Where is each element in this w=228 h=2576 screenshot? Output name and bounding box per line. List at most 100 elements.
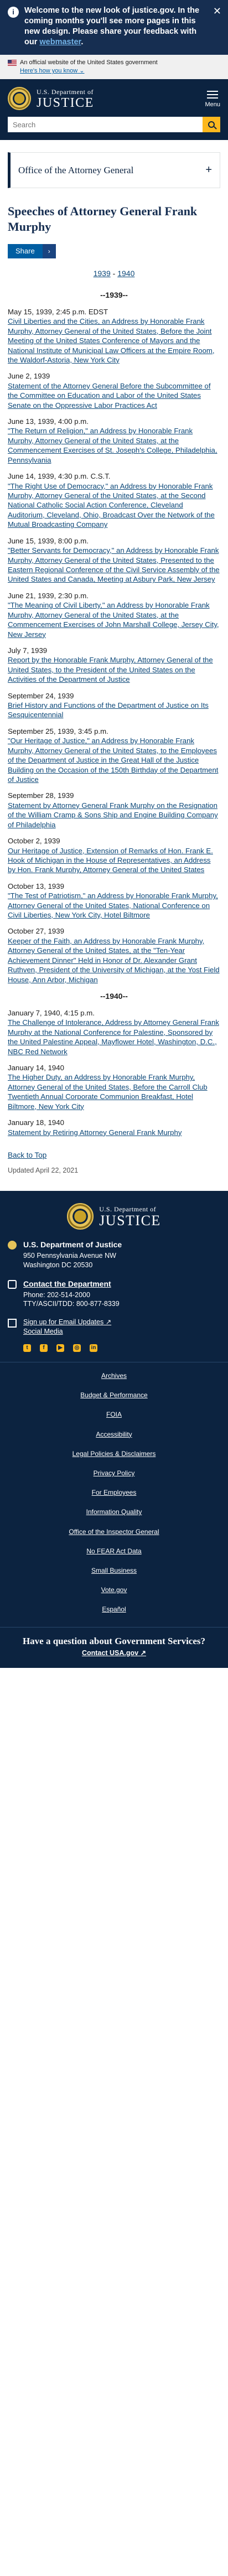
speech-link[interactable]: "The Right Use of Democracy," an Address… [8, 481, 220, 530]
back-to-top-link[interactable]: Back to Top [8, 1150, 46, 1160]
speech-item: September 25, 1939, 3:45 p.m. "Our Herita… [8, 727, 220, 785]
speech-item: September 24, 1939 Brief History and Func… [8, 691, 220, 720]
footer-link[interactable]: Español [0, 1605, 228, 1614]
year-header: --1939-- [100, 290, 128, 299]
email-signup-label: Sign up for Email Updates [23, 1318, 104, 1326]
seal-icon [8, 1241, 17, 1250]
footer-link[interactable]: Accessibility [0, 1430, 228, 1439]
question-section: Have a question about Government Service… [0, 1626, 228, 1668]
speech-date: June 15, 1939, 8:00 p.m. [8, 536, 89, 545]
speech-list: January 7, 1940, 4:15 p.m. The Challenge … [8, 1008, 220, 1137]
footer-link[interactable]: For Employees [0, 1488, 228, 1497]
footer-link[interactable]: Budget & Performance [0, 1391, 228, 1400]
footer-link[interactable]: Archives [0, 1371, 228, 1380]
search-button[interactable] [203, 117, 220, 133]
speech-list: May 15, 1939, 2:45 p.m. EDST Civil Libert… [8, 307, 220, 984]
speech-date: June 14, 1939, 4:30 p.m. C.S.T. [8, 472, 111, 481]
contact-usa-label: Contact USA.gov [81, 1649, 139, 1657]
speech-item: June 2, 1939 Statement of the Attorney Ge… [8, 371, 220, 410]
address-line-1: 950 Pennsylvania Avenue NW [23, 1251, 116, 1260]
speech-link[interactable]: "The Test of Patriotism," an Address by … [8, 891, 220, 920]
speech-date: January 18, 1940 [8, 1118, 64, 1127]
webmaster-link[interactable]: webmaster [39, 38, 81, 46]
year-header: --1940-- [100, 992, 128, 1001]
footer-email: Sign up for Email Updates ↗ Social Media [8, 1318, 220, 1336]
brand-big-text: JUSTICE [99, 1212, 161, 1229]
social-icons: t f ▶ ◎ in [0, 1344, 228, 1352]
footer-link[interactable]: Small Business [0, 1566, 228, 1575]
doj-seal-icon [67, 1203, 94, 1230]
speech-date: October 2, 1939 [8, 837, 60, 846]
us-flag-icon [8, 59, 17, 66]
social-media-link[interactable]: Social Media [23, 1328, 63, 1335]
footer-link[interactable]: Information Quality [0, 1507, 228, 1516]
footer-link[interactable]: Privacy Policy [0, 1469, 228, 1478]
speech-link[interactable]: "Our Heritage of Justice," an Address by… [8, 736, 220, 784]
phone-number: Phone: 202-514-2000 [23, 1290, 90, 1299]
speech-link[interactable]: "Better Servants for Democracy," an Addr… [8, 546, 220, 584]
speech-date: June 21, 1939, 2:30 p.m. [8, 591, 89, 600]
address-line-2: Washington DC 20530 [23, 1261, 93, 1269]
menu-label: Menu [205, 101, 220, 108]
speech-link[interactable]: Statement by Retiring Attorney General F… [8, 1128, 220, 1137]
youtube-icon[interactable]: ▶ [56, 1344, 64, 1352]
footer-link[interactable]: Vote.gov [0, 1585, 228, 1594]
question-title: Have a question about Government Service… [22, 1635, 206, 1646]
speech-item: October 2, 1939 Our Heritage of Justice, … [8, 836, 220, 875]
speech-link[interactable]: Civil Liberties and the Cities, an Addre… [8, 317, 220, 365]
speech-link[interactable]: Statement of the Attorney General Before… [8, 381, 220, 410]
footer-link[interactable]: Office of the Inspector General [0, 1527, 228, 1536]
hamburger-icon [207, 90, 219, 99]
section-1939: --1939-- May 15, 1939, 2:45 p.m. EDST Civ… [8, 290, 220, 984]
main-content: Speeches of Attorney General Frank Murph… [0, 188, 228, 1191]
doj-logo[interactable]: U.S. Department of JUSTICE [8, 87, 94, 111]
heres-how-link[interactable]: Here's how you know ⌄ [20, 67, 220, 75]
footer-link[interactable]: No FEAR Act Data [0, 1547, 228, 1556]
menu-button[interactable]: Menu [205, 89, 220, 109]
instagram-icon[interactable]: ◎ [73, 1344, 81, 1352]
speech-date: May 15, 1939, 2:45 p.m. EDST [8, 307, 108, 316]
footer: U.S. Department of JUSTICE U.S. Departme… [0, 1191, 228, 1362]
footer-logo[interactable]: U.S. Department of JUSTICE [0, 1203, 228, 1230]
speech-link[interactable]: "The Meaning of Civil Liberty," an Addre… [8, 600, 220, 639]
footer-link[interactable]: Legal Policies & Disclaimers [0, 1449, 228, 1458]
close-icon[interactable]: ✕ [213, 4, 221, 18]
speech-link[interactable]: The Higher Duty, an Address by Honorable… [8, 1072, 220, 1111]
twitter-icon[interactable]: t [23, 1344, 31, 1352]
page-title: Speeches of Attorney General Frank Murph… [8, 204, 198, 234]
year-separator: - [110, 269, 118, 278]
search-input[interactable] [8, 117, 203, 133]
search-icon [208, 121, 215, 128]
contact-usa-link[interactable]: Contact USA.gov ↗ [82, 1649, 146, 1657]
speech-date: June 2, 1939 [8, 372, 50, 381]
site-alert: i Welcome to the new look of justice.gov… [0, 0, 228, 55]
year-link-1940[interactable]: 1940 [117, 269, 134, 278]
speech-item: June 15, 1939, 8:00 p.m. "Better Servants… [8, 536, 220, 584]
speech-item: January 14, 1940 The Higher Duty, an Addr… [8, 1063, 220, 1111]
speech-link[interactable]: Statement by Attorney General Frank Murp… [8, 801, 220, 830]
year-link-1939[interactable]: 1939 [94, 269, 111, 278]
footer-link[interactable]: FOIA [0, 1410, 228, 1419]
speech-date: January 14, 1940 [8, 1064, 64, 1072]
speech-link[interactable]: Brief History and Functions of the Depar… [8, 701, 220, 720]
email-signup-link[interactable]: Sign up for Email Updates ↗ [23, 1318, 111, 1326]
speech-link[interactable]: Keeper of the Faith, an Address by Honor… [8, 936, 220, 984]
footer-address: U.S. Department of Justice 950 Pennsylva… [8, 1240, 220, 1270]
linkedin-icon[interactable]: in [90, 1344, 97, 1352]
speech-link[interactable]: "The Return of Religion," an Address by … [8, 426, 220, 465]
office-accordion[interactable]: Office of the Attorney General + [8, 152, 220, 189]
speech-link[interactable]: Report by the Honorable Frank Murphy, At… [8, 655, 220, 684]
section-1940: --1940-- January 7, 1940, 4:15 p.m. The C… [8, 991, 220, 1137]
speech-item: June 21, 1939, 2:30 p.m. "The Meaning of … [8, 591, 220, 639]
speech-item: October 13, 1939 "The Test of Patriotism,… [8, 882, 220, 920]
facebook-icon[interactable]: f [40, 1344, 48, 1352]
speech-link[interactable]: Our Heritage of Justice, Extension of Re… [8, 846, 220, 875]
alert-punct: . [81, 37, 84, 46]
speech-link[interactable]: The Challenge of Intolerance, Address by… [8, 1018, 220, 1056]
footer-info: U.S. Department of Justice 950 Pennsylva… [0, 1240, 228, 1336]
share-button[interactable]: Share › [8, 244, 56, 259]
mail-icon [8, 1319, 17, 1328]
brand-small-text: U.S. Department of [37, 87, 94, 96]
contact-link[interactable]: Contact the Department [23, 1279, 120, 1289]
speech-date: September 24, 1939 [8, 691, 74, 700]
